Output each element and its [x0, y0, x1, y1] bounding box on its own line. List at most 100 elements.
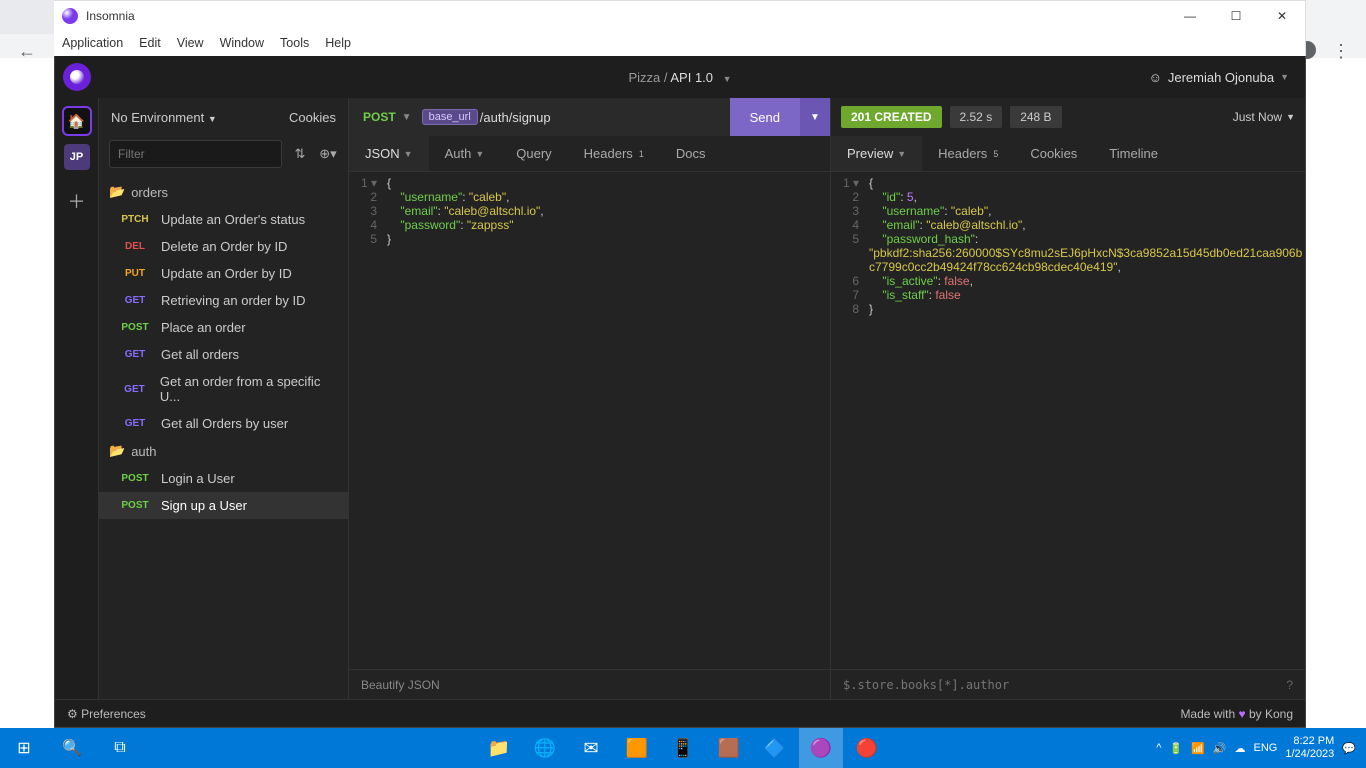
method-tag: GET	[119, 384, 150, 395]
env-variable-chip[interactable]: base_url	[422, 109, 478, 125]
folder-auth[interactable]: 📂 auth	[99, 437, 348, 465]
tab-resp-headers[interactable]: Headers5	[922, 136, 1014, 171]
request-item[interactable]: POSTPlace an order	[99, 314, 348, 341]
request-item[interactable]: GETRetrieving an order by ID	[99, 287, 348, 314]
menu-edit[interactable]: Edit	[139, 36, 161, 50]
tab-docs[interactable]: Docs	[660, 136, 722, 171]
cookies-button[interactable]: Cookies	[289, 110, 336, 125]
help-icon[interactable]: ?	[1286, 678, 1293, 692]
folder-orders[interactable]: 📂 orders	[99, 178, 348, 206]
size-badge: 248 B	[1010, 106, 1061, 128]
request-label: Place an order	[161, 320, 246, 335]
menu-tools[interactable]: Tools	[280, 36, 309, 50]
taskbar-insomnia-icon[interactable]: 🟣	[799, 728, 843, 768]
tray-notifications-icon[interactable]: 💬	[1342, 742, 1356, 755]
sort-icon[interactable]: ⇅	[290, 146, 310, 162]
jsonpath-filter-input[interactable]	[843, 678, 1286, 692]
environment-selector[interactable]: No Environment ▼	[111, 110, 217, 125]
add-workspace-button[interactable]: ＋	[68, 188, 86, 214]
window-minimize-button[interactable]: —	[1167, 1, 1213, 31]
create-icon[interactable]: ⊕▾	[318, 146, 338, 162]
request-item[interactable]: DELDelete an Order by ID	[99, 233, 348, 260]
window-title: Insomnia	[86, 9, 135, 23]
task-view-button[interactable]: ⧉	[96, 728, 144, 768]
tray-language[interactable]: ENG	[1254, 742, 1278, 754]
tray-volume-icon[interactable]: 🔊	[1213, 742, 1227, 755]
method-tag: GET	[119, 349, 151, 360]
tab-resp-cookies[interactable]: Cookies	[1014, 136, 1093, 171]
request-label: Login a User	[161, 471, 235, 486]
request-item[interactable]: GETGet all orders	[99, 341, 348, 368]
tab-query[interactable]: Query	[500, 136, 567, 171]
taskbar-vscode-icon[interactable]: 🔷	[753, 728, 797, 768]
browser-back-icon[interactable]: ←	[18, 41, 36, 62]
tab-headers[interactable]: Headers1	[568, 136, 660, 171]
request-item[interactable]: GETGet all Orders by user	[99, 410, 348, 437]
user-menu[interactable]: ☺ Jeremiah Ojonuba ▼	[1149, 70, 1289, 85]
tab-timeline[interactable]: Timeline	[1093, 136, 1174, 171]
request-item[interactable]: POST Sign up a User	[99, 492, 348, 519]
method-tag: POST	[119, 500, 151, 511]
beautify-button[interactable]: Beautify JSON	[361, 678, 440, 692]
insomnia-logo[interactable]	[63, 63, 91, 91]
user-name: Jeremiah Ojonuba	[1168, 70, 1274, 85]
method-tag: PTCH	[119, 214, 151, 225]
tab-body[interactable]: JSON▼	[349, 136, 429, 171]
request-label: Get all Orders by user	[161, 416, 288, 431]
browser-menu-icon[interactable]: ⋮	[1332, 41, 1350, 62]
menu-bar: Application Edit View Window Tools Help	[54, 30, 1306, 56]
tab-preview[interactable]: Preview▼	[831, 136, 922, 171]
request-item[interactable]: POST Login a User	[99, 465, 348, 492]
window-close-button[interactable]: ✕	[1259, 1, 1305, 31]
request-item[interactable]: PTCHUpdate an Order's status	[99, 206, 348, 233]
method-selector[interactable]: POST▼	[349, 110, 422, 124]
breadcrumb-leaf: API 1.0	[670, 70, 713, 85]
windows-taskbar: ⊞ 🔍 ⧉ 📁 🌐 ✉ 🟧 📱 🟫 🔷 🟣 🔴 ^ 🔋 📶 🔊 ☁ ENG 8:…	[0, 728, 1366, 768]
tray-wifi-icon[interactable]: 📶	[1191, 742, 1205, 755]
method-tag: POST	[119, 473, 151, 484]
taskbar-sublime-icon[interactable]: 🟫	[707, 728, 751, 768]
taskbar-app2-icon[interactable]: 📱	[661, 728, 705, 768]
home-button[interactable]: 🏠	[62, 106, 92, 136]
request-label: Retrieving an order by ID	[161, 293, 306, 308]
tray-clock[interactable]: 8:22 PM 1/24/2023	[1285, 735, 1334, 761]
menu-view[interactable]: View	[177, 36, 204, 50]
menu-window[interactable]: Window	[220, 36, 264, 50]
taskbar-app1-icon[interactable]: 🟧	[615, 728, 659, 768]
tray-onedrive-icon[interactable]: ☁	[1235, 742, 1246, 755]
url-input[interactable]: base_url /auth/signup	[422, 109, 730, 125]
url-path: /auth/signup	[480, 110, 551, 125]
tray-chevron-icon[interactable]: ^	[1156, 742, 1161, 754]
menu-application[interactable]: Application	[62, 36, 123, 50]
send-button[interactable]: Send	[730, 98, 800, 136]
folder-icon: 📂	[109, 184, 125, 200]
taskbar-chrome-icon[interactable]: 🔴	[845, 728, 889, 768]
time-badge: 2.52 s	[950, 106, 1003, 128]
request-body-editor[interactable]: 1 ▾{2 "username": "caleb",3 "email": "ca…	[349, 172, 830, 669]
workspace-badge[interactable]: JP	[64, 144, 90, 170]
response-body-viewer[interactable]: 1 ▾{2 "id": 5,3 "username": "caleb",4 "e…	[831, 172, 1305, 669]
request-label: Sign up a User	[161, 498, 247, 513]
response-history-dropdown[interactable]: Just Now ▼	[1233, 110, 1295, 124]
folder-icon: 📂	[109, 443, 125, 459]
search-button[interactable]: 🔍	[48, 728, 96, 768]
request-label: Get an order from a specific U...	[160, 374, 338, 404]
breadcrumb[interactable]: Pizza / API 1.0 ▼	[628, 70, 731, 85]
window-titlebar: Insomnia — ☐ ✕	[54, 0, 1306, 30]
send-dropdown-button[interactable]: ▼	[800, 98, 830, 136]
request-item[interactable]: GET Get an order from a specific U...	[99, 368, 348, 410]
taskbar-edge-icon[interactable]: 🌐	[523, 728, 567, 768]
taskbar-explorer-icon[interactable]: 📁	[477, 728, 521, 768]
user-icon: ☺	[1149, 70, 1162, 85]
filter-input[interactable]	[109, 140, 282, 168]
status-badge: 201 CREATED	[841, 106, 942, 128]
request-item[interactable]: PUTUpdate an Order by ID	[99, 260, 348, 287]
menu-help[interactable]: Help	[325, 36, 351, 50]
window-maximize-button[interactable]: ☐	[1213, 1, 1259, 31]
start-button[interactable]: ⊞	[0, 728, 48, 768]
request-label: Delete an Order by ID	[161, 239, 287, 254]
taskbar-mail-icon[interactable]: ✉	[569, 728, 613, 768]
tab-auth[interactable]: Auth▼	[429, 136, 501, 171]
tray-battery-icon[interactable]: 🔋	[1169, 742, 1183, 755]
preferences-button[interactable]: ⚙ Preferences	[67, 707, 146, 721]
